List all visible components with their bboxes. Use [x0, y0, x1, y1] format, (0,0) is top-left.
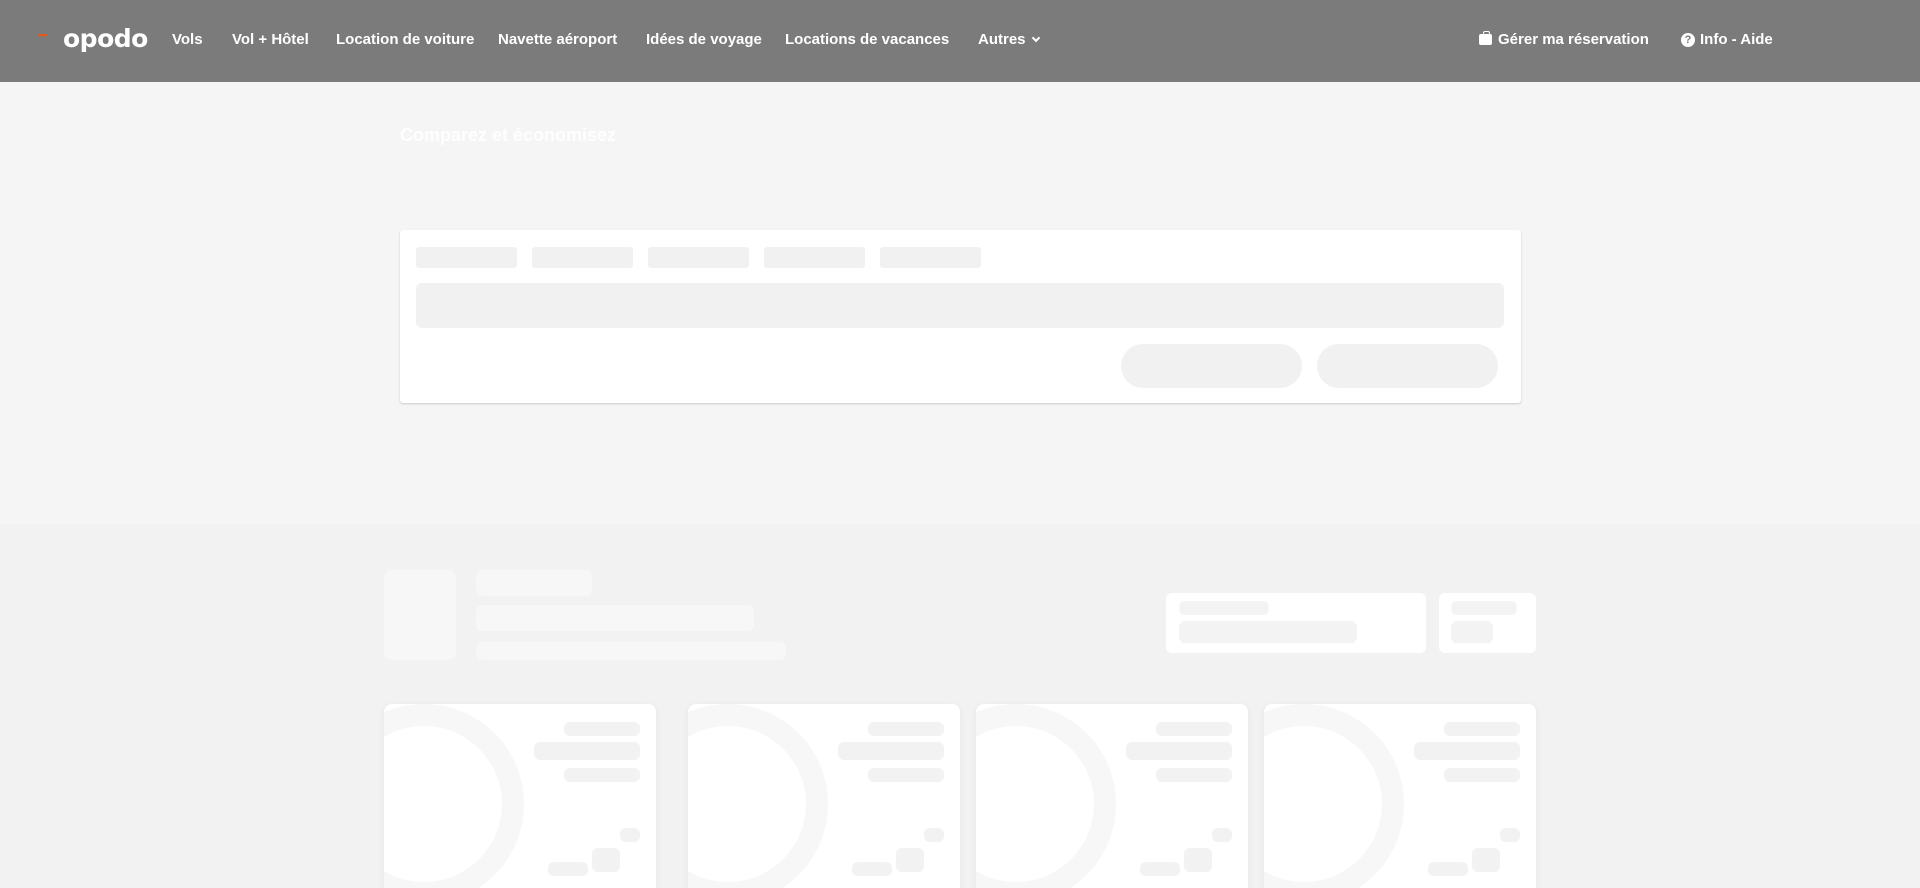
hero-section: Comparez et économisez [0, 82, 1920, 524]
nav-item-autres-label: Autres [978, 31, 1026, 48]
manage-booking-link[interactable]: Gérer ma réservation [1479, 31, 1649, 49]
button-skeleton-2 [1317, 344, 1498, 388]
question-circle-icon: ? [1681, 33, 1695, 47]
card-line-skeleton [1126, 742, 1232, 760]
card-line-skeleton [1444, 768, 1520, 782]
card-line-skeleton [924, 828, 944, 842]
card-image-skeleton [976, 704, 1116, 888]
sort-label-skeleton [1451, 601, 1517, 615]
top-navigation-bar: ▪▪▪▪ opodo Vols Vol + Hôtel Location de … [0, 0, 1920, 82]
card-line-skeleton [896, 848, 924, 872]
sort-value-skeleton [1451, 621, 1493, 643]
search-box-skeleton [400, 230, 1521, 403]
deal-card-skeleton-4 [1264, 704, 1536, 888]
nav-item-autres-dropdown[interactable]: Autres [978, 31, 1040, 49]
deal-card-skeleton-2 [688, 704, 960, 888]
manage-booking-label: Gérer ma réservation [1498, 31, 1649, 48]
card-line-skeleton [620, 828, 640, 842]
text-skeleton-3 [476, 642, 786, 660]
card-line-skeleton [564, 722, 640, 736]
card-line-skeleton [534, 742, 640, 760]
nav-item-vol-hotel[interactable]: Vol + Hôtel [232, 31, 309, 49]
deal-card-skeleton-3 [976, 704, 1248, 888]
briefcase-icon [1479, 31, 1492, 45]
nav-item-navette-aeroport[interactable]: Navette aéroport [498, 31, 617, 49]
card-line-skeleton [1140, 862, 1180, 876]
deal-card-skeleton-1 [384, 704, 656, 888]
filter-label-skeleton [1179, 601, 1269, 615]
card-line-skeleton [838, 742, 944, 760]
card-line-skeleton [1428, 862, 1468, 876]
search-field-skeleton [416, 283, 1504, 328]
chevron-down-icon [1031, 33, 1040, 43]
card-line-skeleton [1414, 742, 1520, 760]
card-image-skeleton [688, 704, 828, 888]
card-line-skeleton [868, 768, 944, 782]
help-link[interactable]: ? Info - Aide [1681, 31, 1773, 49]
card-image-skeleton [384, 704, 524, 888]
content-skeleton-section [0, 524, 1920, 888]
card-line-skeleton [1156, 768, 1232, 782]
card-line-skeleton [852, 862, 892, 876]
logo-text: opodo [63, 24, 148, 53]
button-skeleton-1 [1121, 344, 1302, 388]
card-line-skeleton [1184, 848, 1212, 872]
card-line-skeleton [1444, 722, 1520, 736]
tab-skeleton-1 [416, 247, 517, 268]
card-line-skeleton [1472, 848, 1500, 872]
text-skeleton-1 [476, 570, 592, 596]
tab-skeleton-5 [880, 247, 981, 268]
tab-skeleton-3 [648, 247, 749, 268]
card-line-skeleton [1212, 828, 1232, 842]
card-line-skeleton [564, 768, 640, 782]
hero-title: Comparez et économisez [400, 125, 617, 145]
card-line-skeleton [548, 862, 588, 876]
card-line-skeleton [592, 848, 620, 872]
card-line-skeleton [868, 722, 944, 736]
sort-box-skeleton [1439, 593, 1536, 653]
filter-value-skeleton [1179, 621, 1357, 643]
tab-skeleton-4 [764, 247, 865, 268]
help-label: Info - Aide [1700, 31, 1773, 48]
logo-dots: ▪▪▪▪ [38, 30, 48, 40]
thumbnail-skeleton [384, 570, 456, 660]
nav-item-locations-vacances[interactable]: Locations de vacances [785, 31, 949, 49]
card-line-skeleton [1500, 828, 1520, 842]
nav-item-vols[interactable]: Vols [172, 31, 203, 49]
text-skeleton-2 [476, 605, 754, 631]
filter-box-skeleton [1166, 593, 1426, 653]
nav-item-location-voiture[interactable]: Location de voiture [336, 31, 474, 49]
tab-skeleton-2 [532, 247, 633, 268]
opodo-logo[interactable]: ▪▪▪▪ opodo [38, 24, 148, 54]
card-image-skeleton [1264, 704, 1404, 888]
card-line-skeleton [1156, 722, 1232, 736]
nav-item-idees-voyage[interactable]: Idées de voyage [646, 31, 762, 49]
